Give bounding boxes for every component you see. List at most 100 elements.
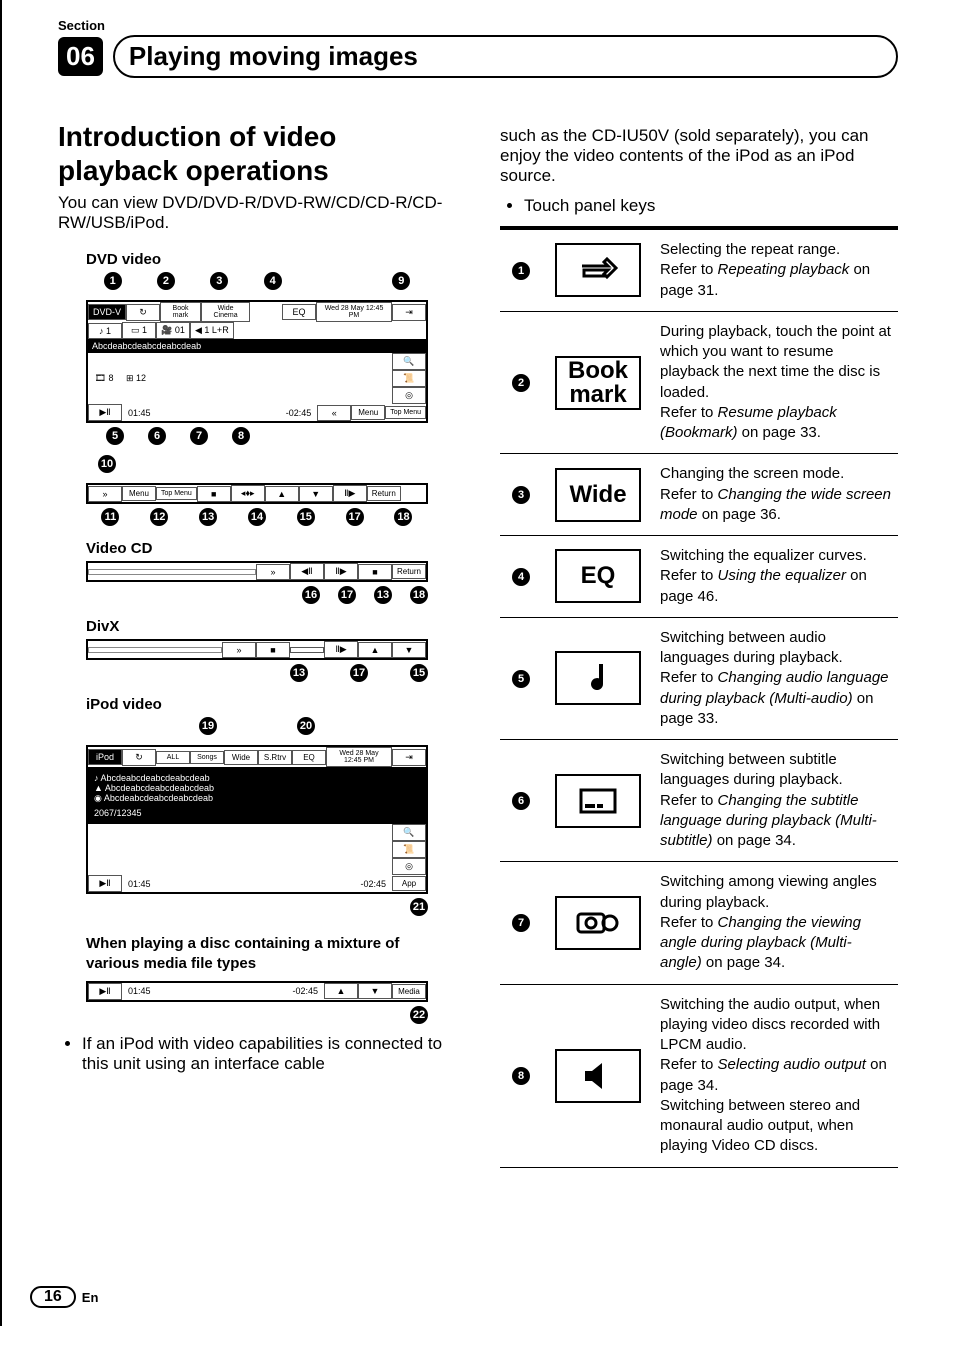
dvd-callout-10: 10 [98,455,428,473]
ipod-search-icon[interactable]: 🔍 [392,824,426,841]
vcd-expand-icon[interactable]: » [256,564,290,580]
vcd-slow-fwd[interactable]: Ⅱ▶ [324,563,358,580]
touch-key-icon[interactable] [555,1049,641,1103]
scroll-icon[interactable]: 📜 [392,370,426,387]
return-btn[interactable]: Return [367,486,401,501]
close-icon[interactable]: ⇥ [392,304,426,321]
touch-panel-table: 1Selecting the repeat range.Refer to Rep… [500,226,898,1168]
left-bullet-1: If an iPod with video capabilities is co… [82,1034,456,1074]
dvd-track-text: Abcdeabcdeabcdeabcdeab [88,339,426,353]
mixed-media-btn[interactable]: Media [392,984,426,999]
touch-key-icon[interactable]: Wide [555,468,641,522]
ipod-camera-icon[interactable]: ◎ [392,858,426,875]
ipod-wide[interactable]: Wide [224,750,258,765]
touch-key-desc: Switching the audio output, when playing… [654,984,898,1167]
row-number: 5 [512,670,530,688]
touch-key-icon[interactable] [555,896,641,950]
ipod-scroll-icon[interactable]: 📜 [392,841,426,858]
page-footer: 16 En [30,1286,98,1308]
ipod-app-btn[interactable]: App [392,876,426,891]
touch-key-icon[interactable] [555,243,641,297]
ipod-repeat-icon[interactable]: ↻ [122,749,156,766]
touch-key-desc: Switching between subtitle languages dur… [654,740,898,862]
speaker-icon[interactable]: ◀ 1 L+R [190,322,234,339]
audio-icon[interactable]: ♪ 1 [88,323,122,339]
vcd-slow-rev[interactable]: ◀Ⅱ [290,563,324,580]
mixed-bar: ▶Ⅱ 01:45 -02:45 ▲ ▼ Media [86,981,428,1002]
ipod-line3: ◉ Abcdeabcdeabcdeabcdeab [94,793,420,804]
page-number: 16 [30,1286,76,1308]
repeat-icon[interactable]: ↻ [126,304,160,321]
camera-icon[interactable]: ◎ [392,387,426,404]
menu-btn[interactable]: Menu [351,405,385,420]
mixed-down[interactable]: ▼ [358,983,392,999]
mixed-play-pause[interactable]: ▶Ⅱ [88,983,122,1000]
dvd-chapters: 🎞 8 [88,371,120,386]
row-number: 7 [512,914,530,932]
divx-stop[interactable]: ■ [256,642,290,658]
ipod-close-icon[interactable]: ⇥ [392,749,426,766]
up-btn[interactable]: ▲ [265,486,299,502]
touch-key-icon[interactable]: EQ [555,549,641,603]
ipod-eq[interactable]: EQ [292,750,326,765]
mixed-elapsed: 01:45 [128,986,151,996]
ipod-remain: -02:45 [360,879,386,889]
topmenu-btn[interactable]: Top Menu [385,406,426,419]
stop-btn[interactable]: ■ [197,486,231,502]
figure-label-divx: DivX [86,618,456,635]
divx-slow-fwd[interactable]: Ⅱ▶ [324,641,358,658]
row-number: 3 [512,486,530,504]
mixed-up[interactable]: ▲ [324,983,358,999]
arrows-icon[interactable]: ◂♦▸ [231,485,265,502]
slow-fwd-btn[interactable]: Ⅱ▶ [333,485,367,502]
divx-up[interactable]: ▲ [358,642,392,658]
touch-key-desc: During playback, touch the point at whic… [654,311,898,454]
vcd-stop[interactable]: ■ [358,564,392,580]
down-btn[interactable]: ▼ [299,486,333,502]
intro-body: You can view DVD/DVD-R/DVD-RW/CD/CD-R/CD… [58,193,456,233]
right-continuation: such as the CD-IU50V (sold separately), … [500,126,898,186]
touch-key-icon[interactable] [555,651,641,705]
divx-expand-icon[interactable]: » [222,642,256,658]
vcd-return[interactable]: Return [392,564,426,579]
dvd-lower-bar: » Menu Top Menu ■ ◂♦▸ ▲ ▼ Ⅱ▶ Return [86,483,428,504]
dvd-clock: Wed 28 May 12:45 PM [316,302,392,322]
angle-icon[interactable]: 🎥 01 [156,322,190,339]
ipod-shuffle-all[interactable]: ALL [156,751,190,764]
ipod-source: iPod [88,749,122,765]
row-number: 4 [512,568,530,586]
figure-label-vcd: Video CD [86,540,456,557]
row-number: 1 [512,262,530,280]
divx-down[interactable]: ▼ [392,642,426,658]
ipod-line2: ▲ Abcdeabcdeabcdeabcdeab [94,783,420,793]
touch-row: 5Switching between audio languages durin… [500,617,898,739]
ipod-top-callouts: 1920 [86,717,428,735]
ipod-num: 2067/12345 [94,808,420,818]
figure-label-ipod: iPod video [86,696,456,713]
ipod-srtrv[interactable]: S.Rtrv [258,750,292,765]
back-icon[interactable]: « [317,405,351,421]
subtitle-icon[interactable]: ▭ 1 [122,322,156,339]
touch-row: 7Switching among viewing angles during p… [500,862,898,984]
row-number: 2 [512,374,530,392]
touch-key-icon[interactable] [555,774,641,828]
menu-btn-2[interactable]: Menu [122,486,156,501]
page-lang: En [82,1290,99,1305]
bookmark-btn[interactable]: Book mark [160,302,201,322]
touch-row: 4EQSwitching the equalizer curves.Refer … [500,536,898,618]
left-column: Introduction of video playback operation… [58,98,456,1168]
section-number-badge: 06 [58,37,103,76]
ipod-shuffle-songs[interactable]: Songs [190,751,224,764]
divx-callouts: 131715 [86,664,428,682]
ipod-play-pause[interactable]: ▶Ⅱ [88,875,122,892]
mixed-remain: -02:45 [292,986,318,996]
dvd-total: ⊞ 12 [120,371,152,386]
topmenu-btn-2[interactable]: Top Menu [156,487,197,500]
mixed-media-note: When playing a disc containing a mixture… [86,934,428,975]
search-icon[interactable]: 🔍 [392,353,426,370]
expand-icon[interactable]: » [88,486,122,502]
touch-key-icon[interactable]: Bookmark [555,356,641,410]
wide-btn[interactable]: Wide Cinema [201,302,250,322]
play-pause-btn[interactable]: ▶Ⅱ [88,404,122,421]
eq-btn[interactable]: EQ [282,304,316,320]
